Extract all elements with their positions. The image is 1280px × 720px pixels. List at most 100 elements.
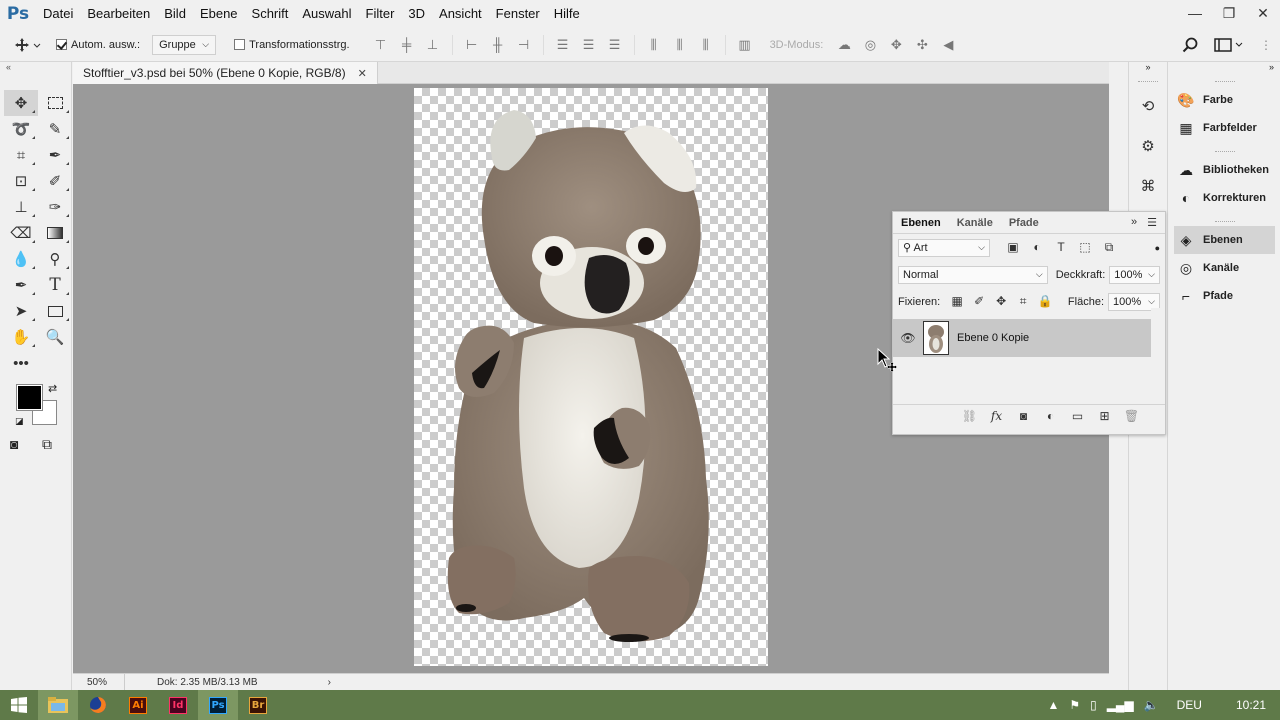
document-canvas[interactable] — [414, 88, 768, 666]
menu-datei[interactable]: Datei — [36, 0, 80, 28]
marquee-tool-icon[interactable] — [38, 90, 72, 116]
tools-collapse-icon[interactable]: « — [0, 62, 71, 76]
quick-selection-tool-icon[interactable]: ✎ — [38, 116, 72, 142]
panel-farbe[interactable]: 🎨 Farbe — [1169, 86, 1280, 114]
restore-button[interactable]: ❐ — [1212, 0, 1246, 26]
menu-ansicht[interactable]: Ansicht — [432, 0, 489, 28]
tab-pfade[interactable]: Pfade — [1001, 217, 1047, 229]
align-right-icon[interactable]: ⊣ — [511, 33, 537, 57]
close-window-button[interactable]: ✕ — [1246, 0, 1280, 26]
transform-controls-checkbox[interactable] — [234, 39, 246, 50]
taskbar-firefox[interactable] — [78, 690, 118, 720]
panel-kanaele[interactable]: ◎ Kanäle — [1169, 254, 1280, 282]
panel-farbfelder[interactable]: ▦ Farbfelder — [1169, 114, 1280, 142]
blend-mode-dropdown[interactable]: Normal ⌵ — [898, 265, 1048, 284]
filter-shape-icon[interactable]: ⬚ — [1076, 240, 1094, 255]
healing-brush-tool-icon[interactable]: ⊡ — [4, 168, 38, 194]
3d-rotate-icon[interactable]: ☁ — [831, 33, 857, 57]
more-tools-icon[interactable]: ••• — [4, 350, 38, 376]
distribute-right-icon[interactable]: ⫼ — [693, 33, 719, 57]
layers-scrollbar[interactable] — [1151, 308, 1165, 406]
dodge-tool-icon[interactable]: ⚲ — [38, 246, 72, 272]
quick-mask-icon[interactable]: ◙ — [10, 436, 18, 452]
filter-pixel-icon[interactable]: ▣ — [1004, 240, 1022, 255]
document-tab[interactable]: Stofftier_v3.psd bei 50% (Ebene 0 Kopie,… — [73, 62, 378, 84]
3d-roll-icon[interactable]: ◎ — [857, 33, 883, 57]
trash-icon[interactable]: 🗑 — [1118, 409, 1145, 423]
taskbar-indesign[interactable]: Id — [158, 690, 198, 720]
fx-icon[interactable]: fx — [983, 409, 1010, 423]
panel-more-icon[interactable]: ⋮ — [1260, 38, 1272, 52]
move-tool-icon[interactable]: ✥ — [4, 90, 38, 116]
align-vcenter-icon[interactable]: ╪ — [394, 33, 420, 57]
eye-icon[interactable]: 👁 — [893, 331, 923, 345]
crop-tool-icon[interactable]: ⌗ — [4, 142, 38, 168]
menu-bearbeiten[interactable]: Bearbeiten — [80, 0, 157, 28]
filter-toggle-icon[interactable]: ● — [1155, 243, 1160, 253]
workspace-switcher-icon[interactable] — [1214, 37, 1244, 52]
panel-collapse-icon[interactable]: » — [1131, 216, 1137, 229]
search-icon[interactable] — [1182, 37, 1198, 53]
blur-tool-icon[interactable]: 💧 — [4, 246, 38, 272]
menu-3d[interactable]: 3D — [401, 0, 432, 28]
default-colors-icon[interactable]: ◪ — [15, 416, 24, 427]
action-center-flag-icon[interactable]: ⚑ — [1069, 698, 1080, 712]
distribute-hcenter-icon[interactable]: ⫼ — [667, 33, 693, 57]
align-top-icon[interactable]: ⊤ — [368, 33, 394, 57]
new-layer-icon[interactable]: ⊞ — [1091, 409, 1118, 423]
layer-mask-icon[interactable]: ◙ — [1010, 409, 1037, 423]
align-hcenter-icon[interactable]: ╫ — [485, 33, 511, 57]
lock-artboard-icon[interactable]: ⌗ — [1014, 294, 1032, 309]
menu-fenster[interactable]: Fenster — [489, 0, 547, 28]
show-hidden-icons-icon[interactable]: ▲ — [1047, 698, 1059, 712]
character-panel-icon[interactable]: ⌘ — [1129, 166, 1167, 206]
input-language[interactable]: DEU — [1177, 698, 1202, 712]
foreground-color-swatch[interactable] — [16, 384, 43, 411]
taskbar-file-explorer[interactable] — [38, 690, 78, 720]
lock-position-icon[interactable]: ✥ — [992, 294, 1010, 309]
layer-row[interactable]: 👁 Ebene 0 Kopie — [893, 319, 1151, 357]
rectangle-tool-icon[interactable] — [38, 298, 72, 324]
clone-stamp-tool-icon[interactable]: ⊥ — [4, 194, 38, 220]
filter-smart-object-icon[interactable]: ⧉ — [1100, 240, 1118, 255]
swap-colors-icon[interactable]: ⇄ — [48, 382, 57, 395]
panel-korrekturen[interactable]: ◐ Korrekturen — [1169, 184, 1280, 212]
lasso-tool-icon[interactable]: ➰ — [4, 116, 38, 142]
auto-select-checkbox[interactable] — [56, 39, 67, 50]
taskbar-bridge[interactable]: Br — [238, 690, 278, 720]
lock-transparent-icon[interactable]: ▦ — [948, 294, 966, 309]
menu-hilfe[interactable]: Hilfe — [547, 0, 587, 28]
eyedropper-tool-icon[interactable]: ✒ — [38, 142, 72, 168]
panel-menu-icon[interactable]: ☰ — [1147, 216, 1157, 229]
gradient-tool-icon[interactable] — [38, 220, 72, 246]
lock-image-icon[interactable]: ✐ — [970, 294, 988, 309]
align-bottom-icon[interactable]: ⊥ — [420, 33, 446, 57]
volume-icon[interactable]: 🔈 — [1144, 698, 1159, 712]
clock[interactable]: 10:21 — [1236, 698, 1266, 712]
opacity-field[interactable]: 100% ⌵ — [1109, 265, 1160, 284]
distribute-left-icon[interactable]: ⫼ — [641, 33, 667, 57]
filter-adjustment-icon[interactable]: ◐ — [1028, 240, 1046, 255]
auto-select-target-dropdown[interactable]: Gruppe ⌵ — [152, 34, 217, 55]
hand-tool-icon[interactable]: ✋ — [4, 324, 38, 350]
filter-type-icon[interactable]: T — [1052, 240, 1070, 255]
path-selection-tool-icon[interactable]: ➤ — [4, 298, 38, 324]
tab-ebenen[interactable]: Ebenen — [893, 217, 949, 229]
network-icon[interactable]: ▂▄▆ — [1107, 698, 1134, 712]
history-panel-icon[interactable]: ⟲ — [1129, 86, 1167, 126]
panel-ebenen[interactable]: ◈ Ebenen — [1174, 226, 1275, 254]
3d-pan-icon[interactable]: ✥ — [883, 33, 909, 57]
adjustment-layer-icon[interactable]: ◐ — [1037, 409, 1064, 423]
link-layers-icon[interactable]: ⛓ — [956, 409, 983, 423]
tab-kanaele[interactable]: Kanäle — [949, 217, 1001, 229]
minimize-button[interactable]: — — [1178, 0, 1212, 26]
panels-collapse-icon[interactable]: » — [1169, 62, 1280, 76]
menu-filter[interactable]: Filter — [359, 0, 402, 28]
3d-scale-icon[interactable]: ◀ — [935, 33, 961, 57]
dock-collapse-icon[interactable]: » — [1129, 62, 1167, 76]
panel-pfade[interactable]: ⌐ Pfade — [1169, 282, 1280, 310]
distribute-top-icon[interactable]: ☰ — [550, 33, 576, 57]
properties-panel-icon[interactable]: ⚙ — [1129, 126, 1167, 166]
menu-schrift[interactable]: Schrift — [245, 0, 296, 28]
distribute-bottom-icon[interactable]: ☰ — [602, 33, 628, 57]
